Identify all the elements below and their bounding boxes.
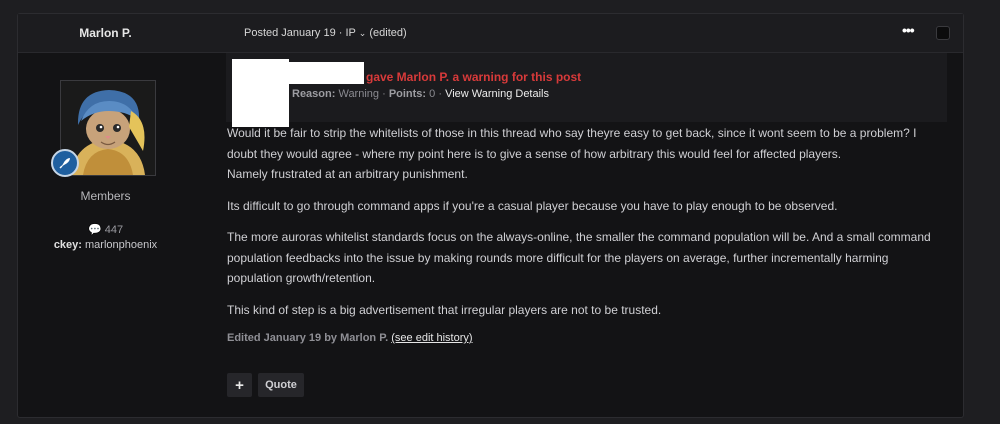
author-sidebar: Members 💬 447 ckey: marlonphoenix bbox=[18, 53, 193, 418]
post-count-value: 447 bbox=[104, 224, 124, 236]
reason-label: Reason: bbox=[292, 88, 336, 100]
warning-title: gave Marlon P. a warning for this post bbox=[366, 70, 582, 84]
ckey-label: ckey: bbox=[53, 239, 82, 251]
edit-history-link[interactable]: (see edit history) bbox=[391, 332, 472, 344]
ckey-field: ckey: marlonphoenix bbox=[18, 239, 193, 251]
edited-tag: (edited) bbox=[369, 27, 407, 39]
chevron-down-icon[interactable]: ⌄ bbox=[359, 28, 367, 38]
select-post-checkbox[interactable] bbox=[936, 26, 950, 40]
points-label: Points: bbox=[388, 88, 427, 100]
post-header: Marlon P. Posted January 19 · IP ⌄ (edit… bbox=[18, 14, 963, 53]
redaction-block bbox=[289, 62, 364, 84]
ckey-value: marlonphoenix bbox=[85, 239, 158, 251]
edit-text: Edited January 19 by Marlon P. bbox=[227, 332, 389, 344]
edit-info: Edited January 19 by Marlon P. (see edit… bbox=[227, 332, 473, 344]
quote-button[interactable]: Quote bbox=[258, 373, 304, 397]
member-group: Members bbox=[80, 189, 131, 203]
paragraph: Its difficult to go through command apps… bbox=[227, 198, 838, 213]
rocket-icon[interactable] bbox=[51, 149, 79, 177]
posted-date[interactable]: Posted January 19 · IP bbox=[244, 27, 356, 39]
author-name[interactable]: Marlon P. bbox=[18, 26, 193, 40]
post-meta: Posted January 19 · IP ⌄ (edited) bbox=[244, 27, 407, 39]
paragraph: The more auroras whitelist standards foc… bbox=[227, 230, 931, 285]
more-options-icon[interactable]: ••• bbox=[902, 22, 915, 38]
post-content: Would it be fair to strip the whitelists… bbox=[227, 123, 937, 331]
warning-reason: Reason: Warning · Points: 0 · View Warni… bbox=[292, 88, 549, 100]
paragraph: Would it be fair to strip the whitelists… bbox=[227, 126, 917, 181]
view-warning-link[interactable]: View Warning Details bbox=[445, 88, 549, 100]
post-count: 💬 447 bbox=[18, 223, 193, 236]
react-plus-button[interactable]: + bbox=[227, 373, 252, 397]
comment-icon: 💬 bbox=[87, 224, 102, 236]
paragraph: This kind of step is a big advertisement… bbox=[227, 302, 662, 317]
points-value: 0 bbox=[429, 88, 436, 100]
reason-value: Warning bbox=[338, 88, 380, 100]
redaction-block bbox=[232, 59, 289, 127]
